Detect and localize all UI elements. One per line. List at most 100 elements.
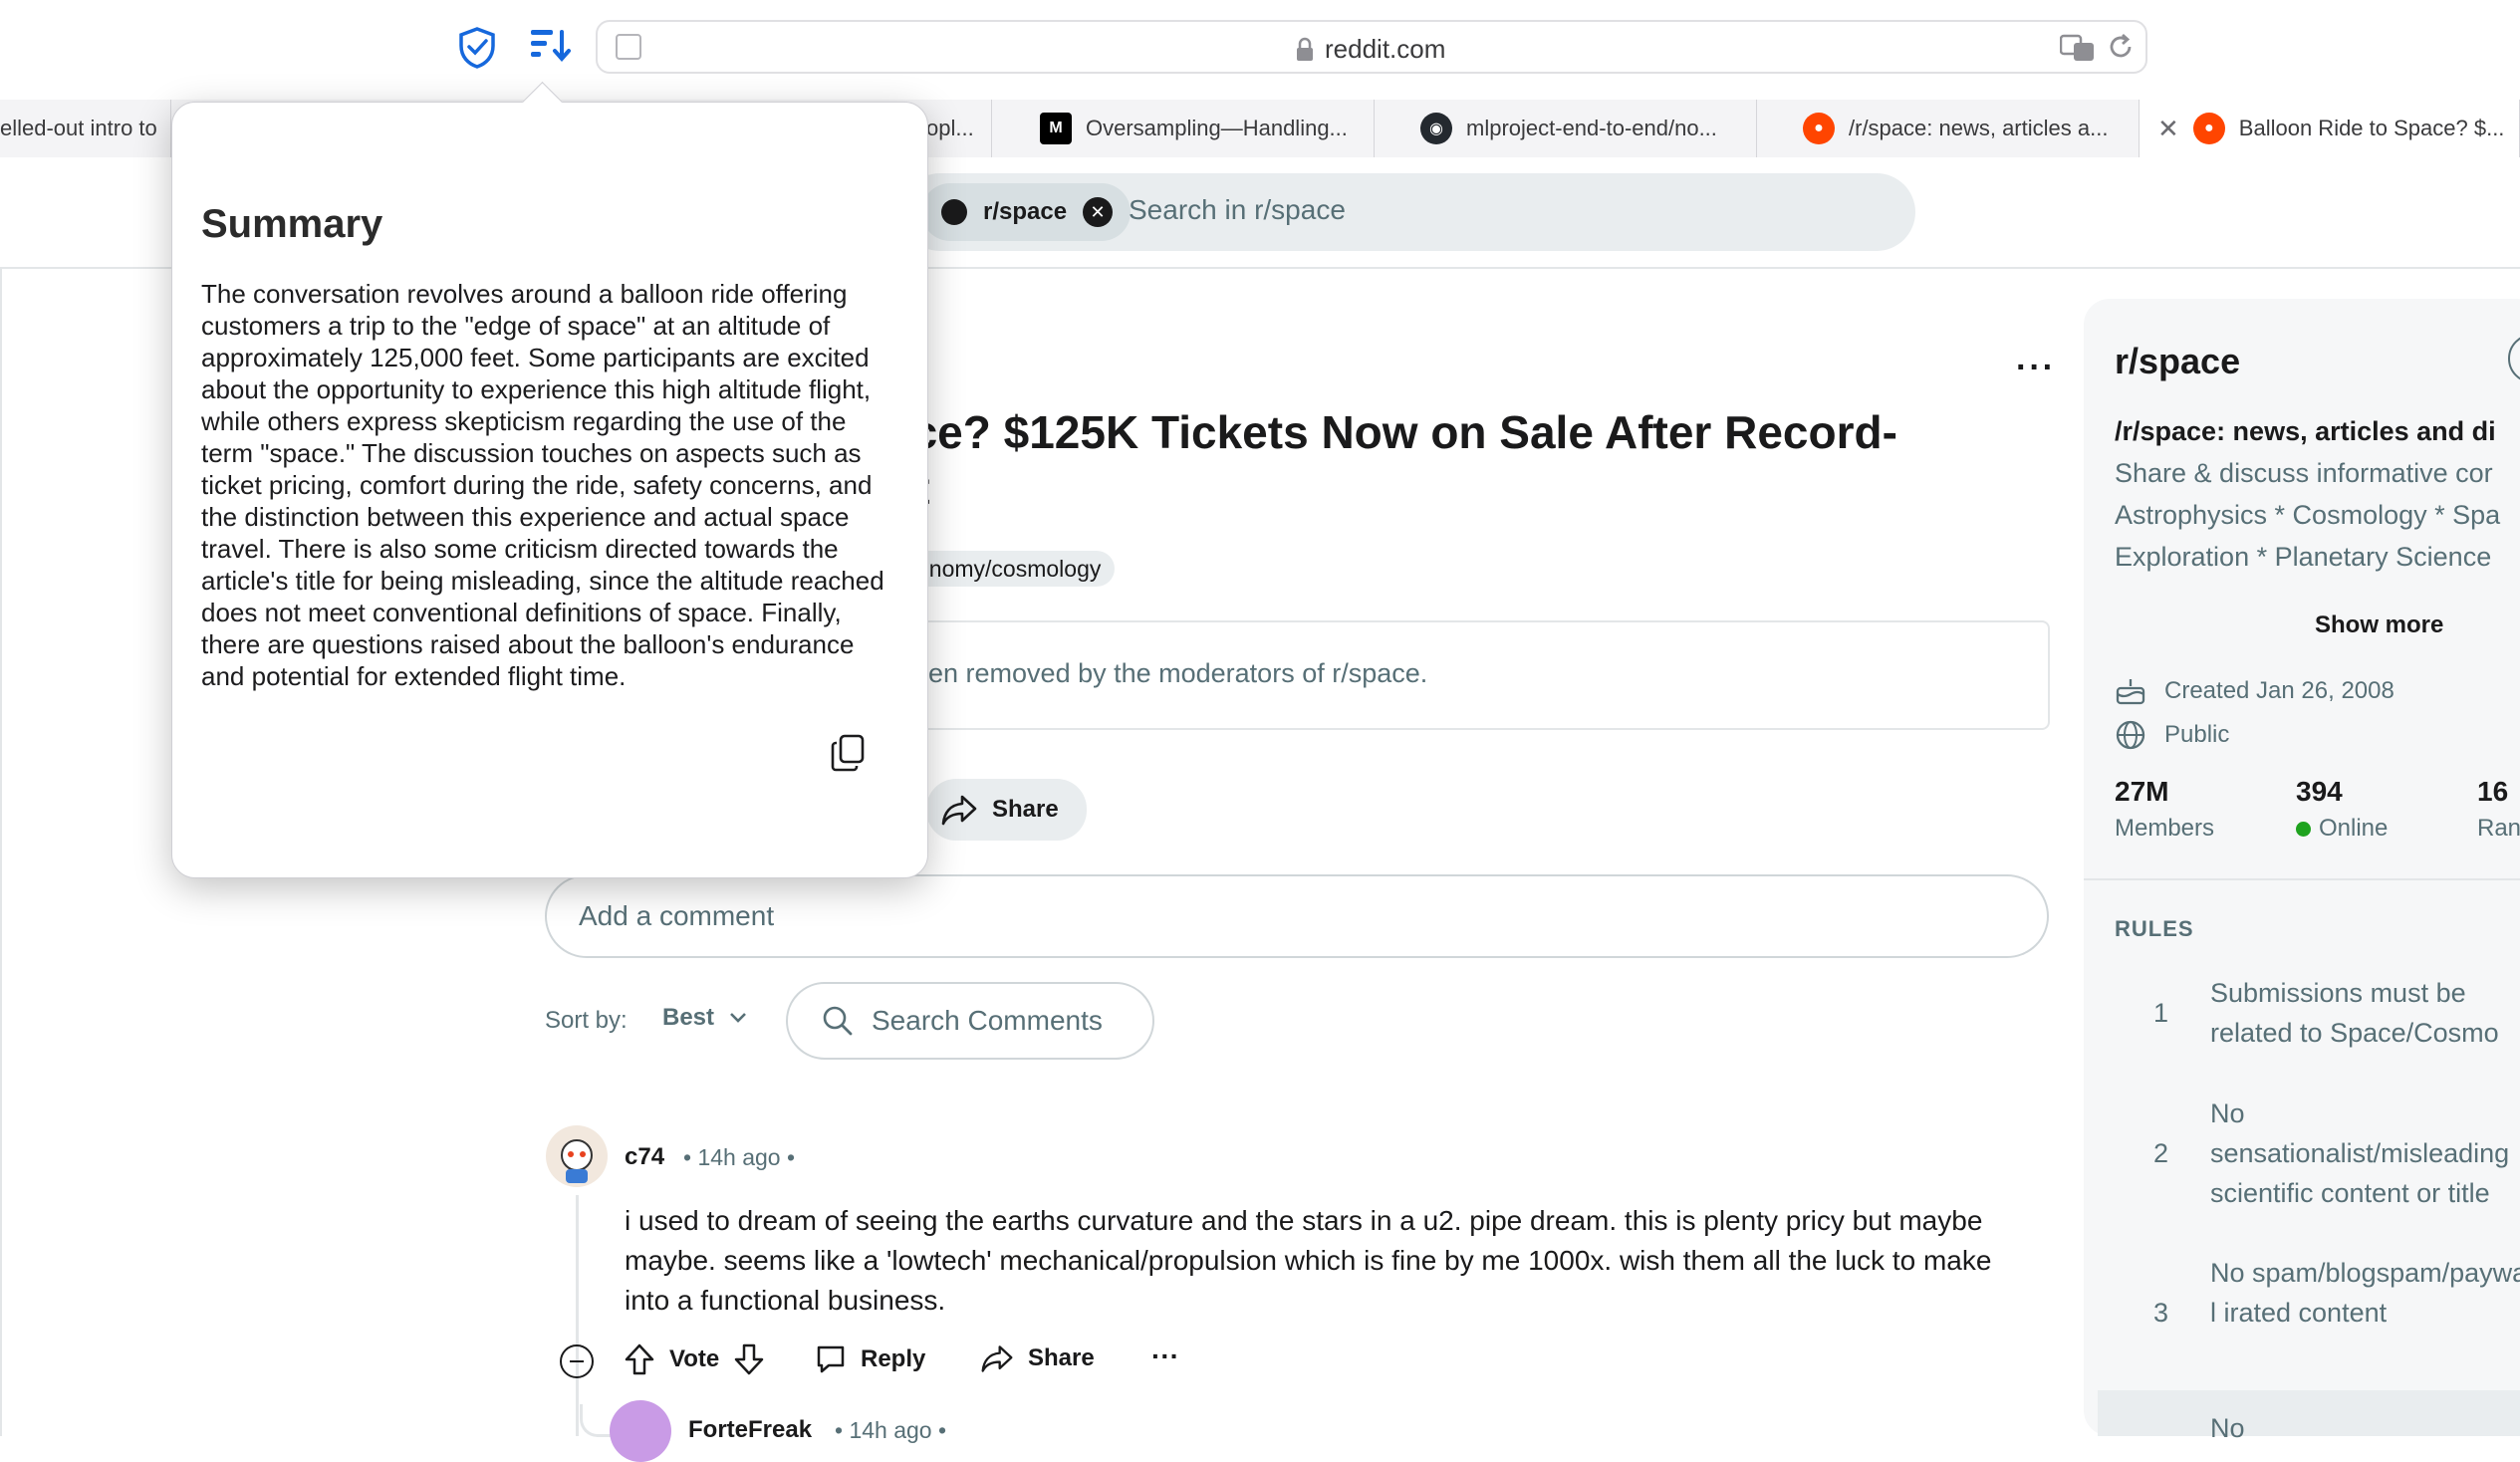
comment-body: i used to dream of seeing the earths cur… [625,1205,1992,1316]
post-title-line1: ace? $125K Tickets Now on Sale After Rec… [886,406,1897,458]
add-comment-placeholder: Add a comment [579,900,775,931]
rule-text: No [2210,1413,2245,1443]
reddit-icon: ● [1803,113,1835,144]
comment-author[interactable]: c74 [625,1143,664,1171]
avatar[interactable] [610,1400,671,1462]
sidebar-description: Exploration * Planetary Science [2115,542,2492,572]
rule-text: No sensationalist/misleading scientific … [2210,1098,2510,1208]
online-dot-icon [2296,821,2311,837]
rule-number: 2 [2153,1138,2169,1168]
translate-icon[interactable] [2059,34,2096,62]
comment-thread-line[interactable] [576,1195,579,1436]
search-icon [823,1006,853,1036]
vote-group: Vote [624,1342,765,1376]
rank-value: 16 [2477,776,2509,807]
address-bar[interactable]: reddit.com [596,20,2147,74]
comment-more-icon[interactable]: ··· [1151,1340,1179,1372]
tab-label: Balloon Ride to Space? $... [2238,116,2505,140]
sort-value: Best [662,1004,715,1031]
tab-label: opl... [926,116,974,140]
tab-1[interactable]: elled-out intro to [0,100,171,157]
online-row: Online [2296,815,2388,843]
share-icon [941,795,977,826]
subreddit-chip[interactable]: r/space ✕ [921,183,1132,241]
sidebar-description: Astrophysics * Cosmology * Spa [2115,500,2501,530]
tab-label: Oversampling—Handling... [1086,116,1348,140]
comment-bubble-icon [817,1345,845,1373]
sidebar-toggle-icon[interactable] [616,34,641,60]
browser-toolbar: reddit.com [0,0,2520,100]
rule-item-2[interactable]: 2 No sensationalist/misleading scientifi… [2104,1092,2520,1215]
post-share-button[interactable]: Share [926,779,1087,841]
tab-label: mlproject-end-to-end/no... [1466,116,1717,140]
sidebar-divider [2084,878,2520,880]
sort-dropdown[interactable]: Best [662,1004,748,1032]
shield-icon[interactable] [456,26,498,70]
search-placeholder: Search in r/space [1129,194,1346,225]
close-tab-icon[interactable]: ✕ [2157,114,2179,144]
comment-meta: • 14h ago • [683,1144,796,1170]
removed-notice-box: en removed by the moderators of r/space. [877,620,2050,730]
globe-icon [2116,720,2145,750]
upvote-icon[interactable] [624,1342,655,1376]
tab-rspace[interactable]: ● /r/space: news, articles a... [1757,100,2140,157]
summary-body: The conversation revolves around a ballo… [201,279,884,691]
reply-label: Reply [861,1345,926,1372]
post-more-icon[interactable]: ··· [2016,349,2056,387]
created-row: Created Jan 26, 2008 [2115,676,2394,706]
search-comments-button[interactable]: Search Comments [786,982,1154,1060]
visibility-row: Public [2115,719,2229,751]
downvote-icon[interactable] [733,1342,765,1376]
tab-label: elled-out intro to [0,116,157,140]
rule-item-4[interactable]: No [2098,1390,2520,1443]
online-count: 394 [2296,776,2343,807]
post-flair[interactable]: onomy/cosmology [896,551,1116,587]
online-label: Online [2319,815,2389,842]
rule-number: 1 [2153,998,2169,1028]
rule-number: 3 [2153,1298,2169,1328]
url-display[interactable]: reddit.com [1295,34,1445,65]
add-comment-input[interactable]: Add a comment [545,874,2049,958]
vote-label: Vote [669,1345,720,1372]
rules-heading: RULES [2115,916,2194,941]
members-count: 27M [2115,776,2169,807]
search-comments-label: Search Comments [872,1005,1103,1036]
sidebar-subreddit-name[interactable]: r/space [2115,341,2240,382]
reload-icon[interactable] [2106,32,2136,62]
created-date: Created Jan 26, 2008 [2164,677,2394,704]
tab-balloon-active[interactable]: ✕ ● Balloon Ride to Space? $... [2140,100,2520,157]
reddit-icon: ● [2192,113,2225,144]
url-text: reddit.com [1325,34,1446,64]
summarize-extension-icon[interactable] [528,26,574,66]
rule-item-3[interactable]: 3 No spam/blogspam/paywall irated conten… [2104,1251,2520,1374]
comment-share-button[interactable]: Share [980,1343,1095,1373]
collapse-thread-icon[interactable] [560,1344,594,1378]
lock-icon [1297,37,1313,61]
sort-label: Sort by: [545,1007,628,1034]
members-label: Members [2115,815,2215,842]
tab-label: /r/space: news, articles a... [1849,116,2109,140]
show-more-button[interactable]: Show more [2315,611,2443,639]
clear-chip-icon[interactable]: ✕ [1083,197,1114,227]
medium-icon: M [1040,113,1072,144]
avatar[interactable] [546,1125,608,1187]
reply-meta: • 14h ago • [835,1417,947,1443]
copy-icon[interactable] [829,733,867,773]
visibility-label: Public [2164,721,2230,748]
tab-medium[interactable]: M Oversampling—Handling... [992,100,1375,157]
cake-icon [2116,679,2145,705]
sidebar-description: Share & discuss informative cor [2115,458,2493,488]
summary-title: Summary [201,202,383,246]
subreddit-chip-label: r/space [983,198,1068,225]
rule-text: Submissions must be related to Space/Cos… [2210,978,2499,1048]
share-label: Share [1028,1344,1095,1371]
tab-github[interactable]: ◉ mlproject-end-to-end/no... [1375,100,1757,157]
reply-author[interactable]: ForteFreak [688,1416,812,1444]
rule-item-1[interactable]: 1 Submissions must be related to Space/C… [2104,971,2520,1055]
subreddit-search-bar[interactable]: r/space ✕ Search in r/space [901,173,1915,251]
removed-notice-text: en removed by the moderators of r/space. [928,658,1428,688]
reply-button[interactable]: Reply [815,1343,925,1375]
sidebar-headline: /r/space: news, articles and di [2115,416,2496,446]
reply-thread-curve [580,1404,613,1437]
rank-label: Ran [2477,815,2520,842]
